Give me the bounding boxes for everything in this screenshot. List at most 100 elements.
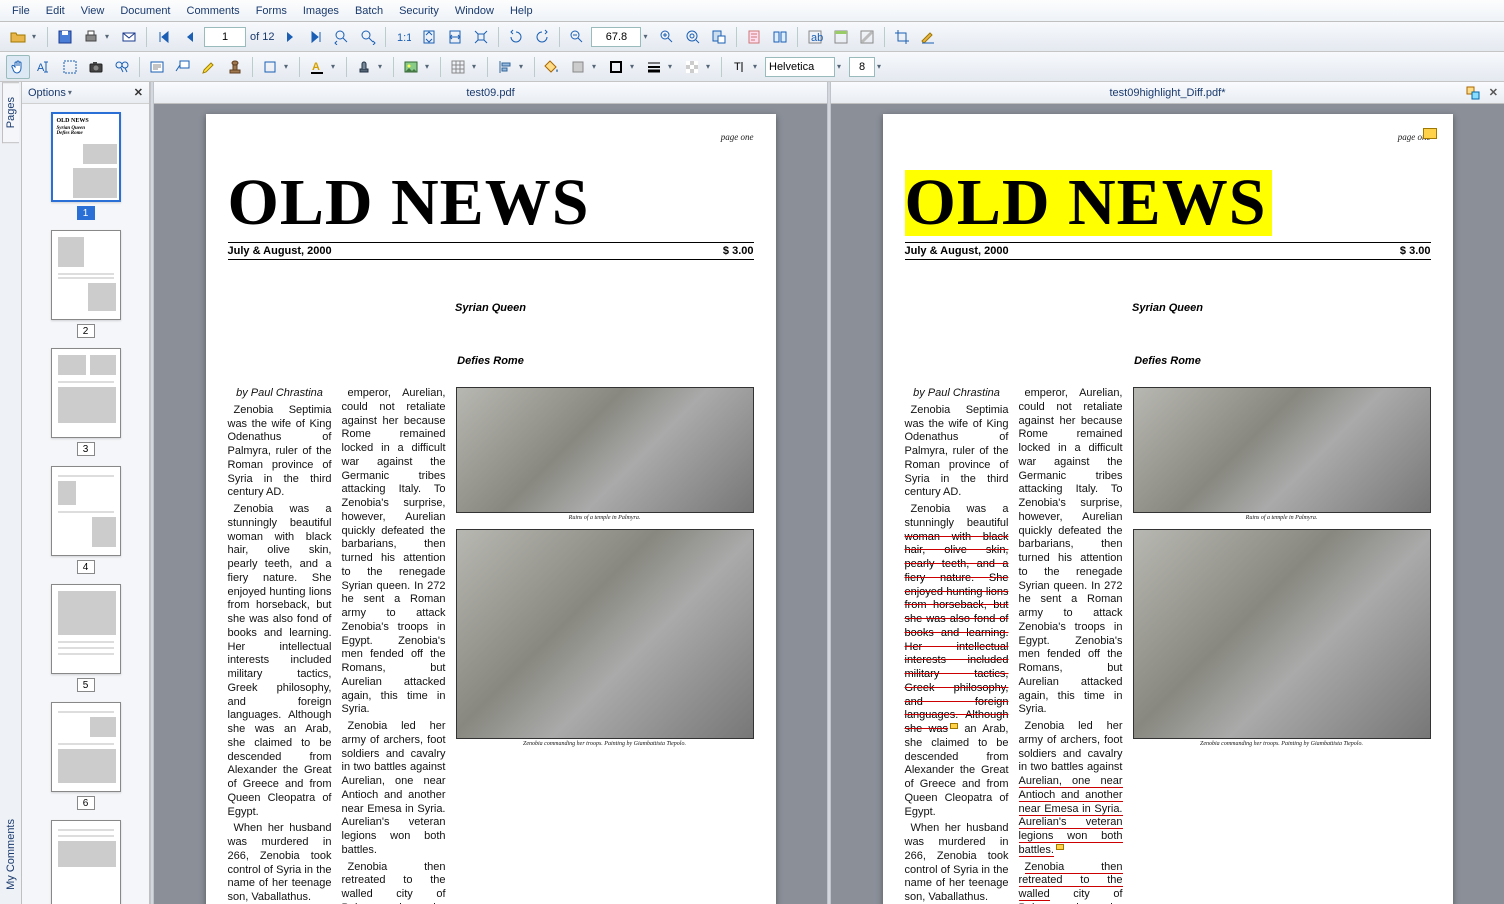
select-text-button[interactable]: A bbox=[32, 55, 56, 79]
menu-help[interactable]: Help bbox=[502, 2, 541, 20]
actual-size-button[interactable]: 1:1 bbox=[391, 25, 415, 49]
border-swatch[interactable] bbox=[604, 55, 628, 79]
side-tab-pages[interactable]: Pages bbox=[2, 82, 19, 143]
loupe-button[interactable] bbox=[681, 25, 705, 49]
open-button[interactable] bbox=[6, 25, 30, 49]
last-page-button[interactable] bbox=[304, 25, 328, 49]
image-button[interactable] bbox=[399, 55, 423, 79]
crop-button[interactable] bbox=[890, 25, 914, 49]
opacity-dropdown[interactable]: ▾ bbox=[706, 62, 716, 71]
print-button[interactable] bbox=[79, 25, 103, 49]
font-family-select[interactable] bbox=[765, 57, 835, 77]
zoom-in-button[interactable] bbox=[655, 25, 679, 49]
document-view-right[interactable]: page one OLD NEWS July & August, 2000$ 3… bbox=[831, 104, 1504, 904]
zoom-input[interactable] bbox=[591, 27, 641, 47]
font-family-dropdown[interactable]: ▾ bbox=[837, 62, 847, 71]
stamp-button[interactable] bbox=[352, 55, 376, 79]
highlight-button[interactable] bbox=[197, 55, 221, 79]
shape-dropdown[interactable]: ▾ bbox=[284, 62, 294, 71]
swap-icon[interactable] bbox=[1466, 86, 1480, 100]
thumbnail-2[interactable]: 2 bbox=[50, 230, 122, 338]
fit-visible-button[interactable] bbox=[469, 25, 493, 49]
pan-zoom-button[interactable] bbox=[707, 25, 731, 49]
thumbnails-options-dropdown[interactable]: ▾ bbox=[68, 88, 78, 97]
form-button[interactable] bbox=[742, 25, 766, 49]
menu-security[interactable]: Security bbox=[391, 2, 447, 20]
fill-swatch[interactable] bbox=[566, 55, 590, 79]
thumbnails-options[interactable]: Options bbox=[28, 87, 66, 99]
callout-button[interactable] bbox=[171, 55, 195, 79]
rotate-cw-button[interactable] bbox=[530, 25, 554, 49]
print-dropdown[interactable]: ▾ bbox=[105, 32, 115, 41]
note-icon[interactable] bbox=[1056, 844, 1064, 850]
page-number-input[interactable] bbox=[204, 27, 246, 47]
document-close-icon[interactable]: ✕ bbox=[1489, 86, 1498, 99]
watermark-button[interactable] bbox=[855, 25, 879, 49]
align-dropdown[interactable]: ▾ bbox=[519, 62, 529, 71]
document-tab-right[interactable]: test09highlight_Diff.pdf* ✕ bbox=[831, 82, 1504, 104]
thumbnail-1[interactable]: OLD NEWSSyrian QueenDefies Rome1 bbox=[50, 112, 122, 220]
zoom-out-button[interactable] bbox=[565, 25, 589, 49]
thumbnails-list[interactable]: OLD NEWSSyrian QueenDefies Rome1 2 3 4 5… bbox=[22, 104, 149, 904]
zoom-dropdown[interactable]: ▾ bbox=[643, 32, 653, 41]
menu-images[interactable]: Images bbox=[295, 2, 347, 20]
next-page-button[interactable] bbox=[278, 25, 302, 49]
image-dropdown[interactable]: ▾ bbox=[425, 62, 435, 71]
hand-tool-button[interactable] bbox=[6, 55, 30, 79]
rotate-ccw-button[interactable] bbox=[504, 25, 528, 49]
menu-batch[interactable]: Batch bbox=[347, 2, 391, 20]
menu-forms[interactable]: Forms bbox=[248, 2, 295, 20]
grid-dropdown[interactable]: ▾ bbox=[472, 62, 482, 71]
font-color-dropdown[interactable]: ▾ bbox=[331, 62, 341, 71]
font-size-select[interactable] bbox=[849, 57, 875, 77]
line-width-button[interactable] bbox=[642, 55, 666, 79]
document-tab-left[interactable]: test09.pdf bbox=[154, 82, 827, 104]
fill-dropdown[interactable]: ▾ bbox=[592, 62, 602, 71]
sign-button[interactable] bbox=[916, 25, 940, 49]
snapshot-button[interactable] bbox=[84, 55, 108, 79]
menu-window[interactable]: Window bbox=[447, 2, 502, 20]
prev-page-button[interactable] bbox=[178, 25, 202, 49]
typewriter-button[interactable]: T bbox=[727, 55, 751, 79]
select-area-button[interactable] bbox=[58, 55, 82, 79]
font-size-dropdown[interactable]: ▾ bbox=[877, 62, 887, 71]
search-button[interactable] bbox=[110, 55, 134, 79]
ocr-button[interactable]: abc bbox=[803, 25, 827, 49]
stamp-tool-button[interactable] bbox=[223, 55, 247, 79]
border-dropdown[interactable]: ▾ bbox=[630, 62, 640, 71]
typewriter-dropdown[interactable]: ▾ bbox=[753, 62, 763, 71]
thumbnail-3[interactable]: 3 bbox=[50, 348, 122, 456]
fit-width-button[interactable] bbox=[443, 25, 467, 49]
email-button[interactable] bbox=[117, 25, 141, 49]
line-width-dropdown[interactable]: ▾ bbox=[668, 62, 678, 71]
thumbnails-close-icon[interactable]: ✕ bbox=[134, 86, 143, 99]
align-button[interactable] bbox=[493, 55, 517, 79]
grid-button[interactable] bbox=[446, 55, 470, 79]
note-icon[interactable] bbox=[1423, 128, 1437, 139]
thumbnail-6[interactable]: 6 bbox=[50, 702, 122, 810]
save-button[interactable] bbox=[53, 25, 77, 49]
text-box-button[interactable] bbox=[145, 55, 169, 79]
document-view-left[interactable]: page one OLD NEWS July & August, 2000$ 3… bbox=[154, 104, 827, 904]
note-icon[interactable] bbox=[950, 723, 958, 729]
thumbnail-7[interactable]: 7 bbox=[50, 820, 122, 904]
open-dropdown[interactable]: ▾ bbox=[32, 32, 42, 41]
opacity-button[interactable] bbox=[680, 55, 704, 79]
menu-edit[interactable]: Edit bbox=[38, 2, 73, 20]
side-tab-comments[interactable]: My Comments bbox=[3, 805, 19, 904]
menu-view[interactable]: View bbox=[73, 2, 113, 20]
font-color-button[interactable]: A bbox=[305, 55, 329, 79]
shape-button[interactable] bbox=[258, 55, 282, 79]
headers-button[interactable] bbox=[829, 25, 853, 49]
stamp-dropdown[interactable]: ▾ bbox=[378, 62, 388, 71]
compare-button[interactable] bbox=[768, 25, 792, 49]
menu-document[interactable]: Document bbox=[112, 2, 178, 20]
fill-color-button[interactable] bbox=[540, 55, 564, 79]
thumbnail-5[interactable]: 5 bbox=[50, 584, 122, 692]
thumbnail-4[interactable]: 4 bbox=[50, 466, 122, 574]
next-view-button[interactable] bbox=[356, 25, 380, 49]
fit-page-button[interactable] bbox=[417, 25, 441, 49]
first-page-button[interactable] bbox=[152, 25, 176, 49]
menu-file[interactable]: File bbox=[4, 2, 38, 20]
menu-comments[interactable]: Comments bbox=[179, 2, 248, 20]
